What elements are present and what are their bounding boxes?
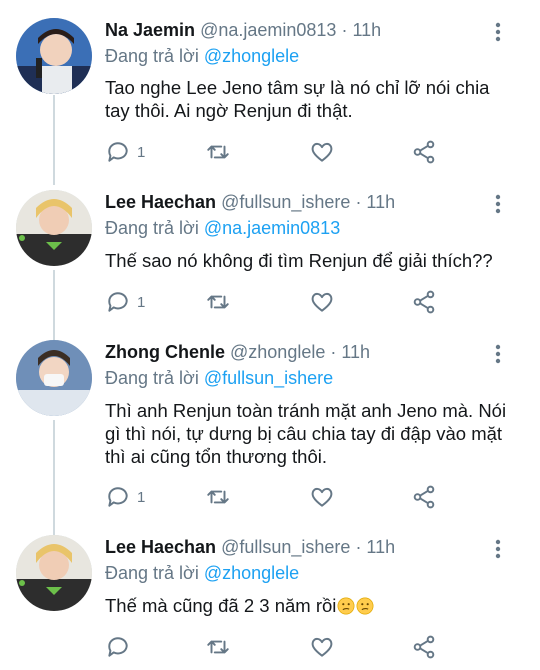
avatar[interactable] [16, 340, 92, 416]
reply-button[interactable]: 1 [105, 287, 145, 317]
retweet-icon [207, 640, 229, 654]
retweet-button[interactable] [205, 287, 231, 317]
tweet-actions: 1 [105, 287, 445, 317]
tweet-text: Tao nghe Lee Jeno tâm sự là nó chỉ lỡ nó… [105, 77, 490, 121]
avatar[interactable] [16, 535, 92, 611]
more-vertical-icon[interactable] [490, 342, 506, 366]
username[interactable]: @fullsun_ishere [221, 537, 350, 557]
display-name[interactable]: Lee Haechan [105, 537, 216, 557]
heart-icon [311, 142, 333, 162]
display-name[interactable]: Lee Haechan [105, 192, 216, 212]
timestamp[interactable]: · 11h [355, 192, 395, 212]
confused-face-emoji [337, 597, 355, 615]
tweet-text: Thì anh Renjun toàn tránh mặt anh Jeno m… [105, 400, 507, 467]
share-button[interactable] [411, 287, 437, 317]
timestamp[interactable]: · 11h [355, 537, 395, 557]
more-vertical-icon[interactable] [490, 537, 506, 561]
replying-to-label: Đang trả lời [105, 46, 204, 66]
tweet-header: Lee Haechan @fullsun_ishere · 11h [105, 190, 395, 214]
retweet-icon [207, 490, 229, 504]
tweet-actions: 1 [105, 482, 445, 512]
tweet[interactable]: Lee Haechan @fullsun_ishere · 11h Đang t… [0, 190, 540, 330]
tweet-header: Lee Haechan @fullsun_ishere · 11h [105, 535, 395, 559]
tweet[interactable]: Lee Haechan @fullsun_ishere · 11h Đang t… [0, 535, 540, 670]
tweet[interactable]: Na Jaemin @na.jaemin0813 · 11h Đang trả … [0, 18, 540, 178]
reply-icon [108, 292, 128, 312]
display-name[interactable]: Na Jaemin [105, 20, 195, 40]
heart-icon [311, 292, 333, 312]
more-vertical-icon[interactable] [490, 192, 506, 216]
replying-to: Đang trả lời @na.jaemin0813 [105, 216, 340, 240]
tweet-actions [105, 632, 445, 662]
retweet-icon [207, 145, 229, 159]
share-button[interactable] [411, 632, 437, 662]
replying-to-label: Đang trả lời [105, 368, 204, 388]
tweet[interactable]: Zhong Chenle @zhonglele · 11h Đang trả l… [0, 340, 540, 525]
reply-button[interactable]: 1 [105, 137, 145, 167]
reply-icon [108, 487, 128, 507]
replying-to-label: Đang trả lời [105, 563, 204, 583]
like-button[interactable] [309, 632, 335, 662]
like-button[interactable] [309, 287, 335, 317]
retweet-button[interactable] [205, 482, 231, 512]
mention-link[interactable]: @na.jaemin0813 [204, 218, 340, 238]
share-icon [413, 485, 435, 509]
mention-link[interactable]: @fullsun_ishere [204, 368, 333, 388]
reply-count: 1 [137, 293, 146, 311]
share-icon [413, 290, 435, 314]
share-icon [413, 140, 435, 164]
share-button[interactable] [411, 137, 437, 167]
username[interactable]: @zhonglele [230, 342, 325, 362]
tweet-header: Zhong Chenle @zhonglele · 11h [105, 340, 370, 364]
display-name[interactable]: Zhong Chenle [105, 342, 225, 362]
retweet-button[interactable] [205, 137, 231, 167]
avatar[interactable] [16, 190, 92, 266]
heart-icon [311, 637, 333, 657]
reply-button[interactable]: 1 [105, 482, 145, 512]
share-icon [413, 635, 435, 659]
tweet-text: Thế sao nó không đi tìm Renjun để giải t… [105, 250, 493, 271]
username[interactable]: @na.jaemin0813 [200, 20, 336, 40]
reply-icon [108, 142, 128, 162]
replying-to: Đang trả lời @fullsun_ishere [105, 366, 333, 390]
timestamp[interactable]: · 11h [330, 342, 370, 362]
reply-icon [108, 637, 128, 657]
reply-button[interactable] [105, 632, 137, 662]
more-vertical-icon[interactable] [490, 20, 506, 44]
reply-count: 1 [137, 143, 146, 161]
tweet-text-content: Thế mà cũng đã 2 3 năm rồi [105, 595, 337, 616]
retweet-icon [207, 295, 229, 309]
username[interactable]: @fullsun_ishere [221, 192, 350, 212]
tweet-actions: 1 [105, 137, 445, 167]
mention-link[interactable]: @zhonglele [204, 563, 299, 583]
confused-face-emoji [356, 597, 374, 615]
replying-to: Đang trả lời @zhonglele [105, 561, 299, 585]
like-button[interactable] [309, 137, 335, 167]
reply-count: 1 [137, 488, 146, 506]
tweet-header: Na Jaemin @na.jaemin0813 · 11h [105, 18, 381, 42]
mention-link[interactable]: @zhonglele [204, 46, 299, 66]
replying-to: Đang trả lời @zhonglele [105, 44, 299, 68]
like-button[interactable] [309, 482, 335, 512]
tweet-text: Thế mà cũng đã 2 3 năm rồi [105, 594, 515, 617]
share-button[interactable] [411, 482, 437, 512]
replying-to-label: Đang trả lời [105, 218, 204, 238]
avatar[interactable] [16, 18, 92, 94]
timestamp[interactable]: · 11h [341, 20, 381, 40]
heart-icon [311, 487, 333, 507]
retweet-button[interactable] [205, 632, 231, 662]
